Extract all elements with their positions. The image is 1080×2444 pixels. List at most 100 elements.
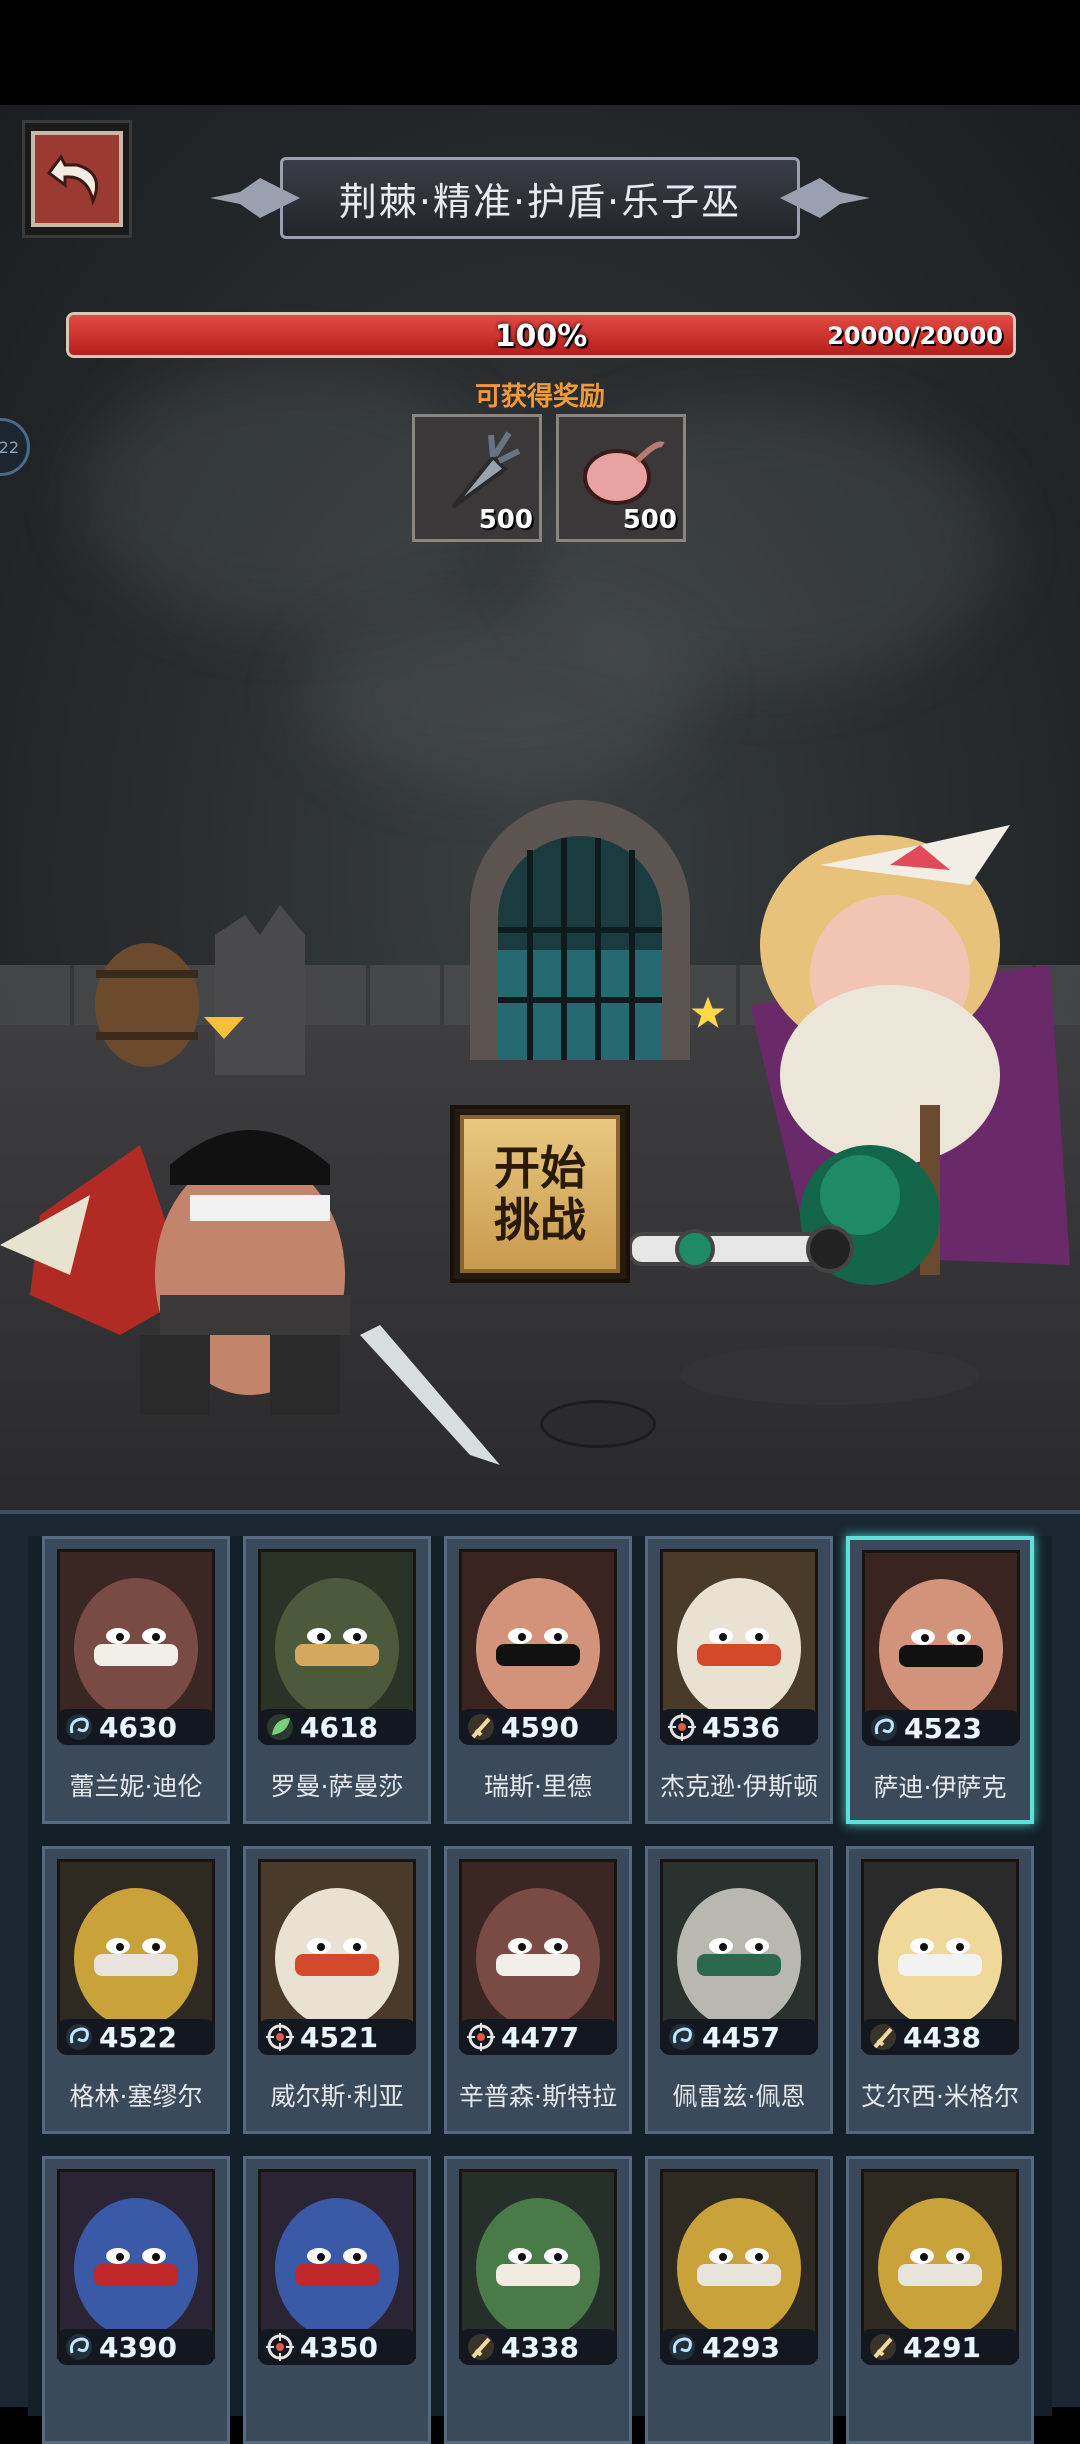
hero-power-row: 4522 [57,2019,215,2055]
hero-power: 4522 [99,2021,177,2054]
sword-class-icon [467,2333,495,2361]
sword-class-icon [467,1713,495,1741]
hero-power: 4618 [300,1711,378,1744]
hero-card[interactable]: 4523 萨迪·伊萨克 [846,1536,1034,1824]
hero-power: 4291 [903,2331,981,2364]
start-challenge-label: 开始挑战 [494,1141,586,1247]
stage-title-banner: 荆棘·精准·护盾·乐子巫 [210,148,870,248]
sword-class-icon [869,2333,897,2361]
hero-card[interactable]: 4521 威尔斯·利亚 [243,1846,431,2134]
hero-name: 威尔斯·利亚 [270,2082,404,2111]
wind-class-icon [668,2333,696,2361]
hero-name: 格林·塞缪尔 [69,2082,203,2111]
hero-card[interactable]: 4390 [42,2156,230,2444]
hero-name: 蕾兰妮·迪伦 [69,1772,203,1801]
hero-power-row: 4457 [660,2019,818,2055]
hero-card[interactable]: 4477 辛普森·斯特拉 [444,1846,632,2134]
wind-class-icon [668,2023,696,2051]
hero-power: 4523 [904,1712,982,1745]
player-hero-swordsman [0,1130,500,1465]
hero-power-row: 4350 [258,2329,416,2365]
back-button[interactable] [22,120,132,238]
hero-power: 4457 [702,2021,780,2054]
hero-roster-panel: 4630 蕾兰妮·迪伦 4618 罗曼·萨曼莎 4590 瑞斯·里德 4536 杰克逊·伊斯顿… [0,1510,1080,2444]
target-class-icon [467,2023,495,2051]
target-class-icon [266,2333,294,2361]
banner-ornament-right [780,178,870,218]
side-tab-label: 22 [0,437,19,457]
hero-card[interactable]: 4291 [846,2156,1034,2444]
reward-item[interactable]: 500 [556,414,686,542]
mech-arm [628,1225,854,1273]
hero-power-row: 4477 [459,2019,617,2055]
sword-class-icon [869,2023,897,2051]
leaf-class-icon [266,1713,294,1741]
hero-power-row: 4630 [57,1709,215,1745]
hero-roster-grid: 4630 蕾兰妮·迪伦 4618 罗曼·萨曼莎 4590 瑞斯·里德 4536 杰克逊·伊斯顿… [28,1536,1052,2444]
floor-puddle [540,1400,656,1448]
reward-item[interactable]: 500 [412,414,542,542]
hero-power-row: 4390 [57,2329,215,2365]
banner-ornament-left [210,178,300,218]
hero-card[interactable]: 4438 艾尔西·米格尔 [846,1846,1034,2134]
onion-bulb-icon [583,441,665,505]
hero-power: 4390 [99,2331,177,2364]
hero-card[interactable]: 4630 蕾兰妮·迪伦 [42,1536,230,1824]
hero-power: 4477 [501,2021,579,2054]
wind-class-icon [65,1713,93,1741]
magic-star-icon [691,996,725,1028]
hero-power-row: 4536 [660,1709,818,1745]
rewards-label: 可获得奖励 [474,382,605,412]
hero-power: 4338 [501,2331,579,2364]
hero-power-row: 4590 [459,1709,617,1745]
back-arrow-icon [47,154,98,206]
start-challenge-button[interactable]: 开始挑战 [450,1105,630,1283]
dungeon-gate [470,800,690,1060]
hero-card[interactable]: 4536 杰克逊·伊斯顿 [645,1536,833,1824]
back-button-face [31,131,123,227]
hero-power-row: 4291 [861,2329,1019,2365]
hero-power: 4590 [501,1711,579,1744]
reward-count: 500 [622,505,677,535]
hero-power: 4521 [300,2021,378,2054]
hero-card[interactable]: 4590 瑞斯·里德 [444,1536,632,1824]
hero-power-row: 4618 [258,1709,416,1745]
stage-title: 荆棘·精准·护盾·乐子巫 [280,157,800,239]
hero-power-row: 4523 [862,1710,1020,1746]
hero-card[interactable]: 4618 罗曼·萨曼莎 [243,1536,431,1824]
hero-power: 4350 [300,2331,378,2364]
hero-name: 杰克逊·伊斯顿 [660,1772,818,1801]
hero-name: 佩雷兹·佩恩 [672,2082,806,2111]
target-class-icon [668,1713,696,1741]
fog-cloud [300,605,700,785]
hero-card[interactable]: 4293 [645,2156,833,2444]
target-class-icon [266,2023,294,2051]
hero-power-row: 4338 [459,2329,617,2365]
status-bar [0,0,1080,105]
hero-name: 萨迪·伊萨克 [873,1773,1007,1802]
carrot-icon [451,431,521,509]
active-hero-marker-icon [204,1017,244,1039]
hero-card[interactable]: 4350 [243,2156,431,2444]
hero-card[interactable]: 4338 [444,2156,632,2444]
reward-count: 500 [478,505,533,535]
wind-class-icon [65,2333,93,2361]
boss-hp-bar: 100% 20000/20000 [66,312,1016,358]
hero-name: 辛普森·斯特拉 [459,2082,617,2111]
boss-hp-value: 20000/20000 [827,322,1003,350]
hero-power: 4536 [702,1711,780,1744]
start-challenge-face: 开始挑战 [460,1115,620,1273]
wind-class-icon [65,2023,93,2051]
hero-name: 艾尔西·米格尔 [861,2082,1019,2111]
floor-puddle [680,1345,980,1405]
hero-power: 4630 [99,1711,177,1744]
hero-name: 罗曼·萨曼莎 [270,1772,404,1801]
hero-power-row: 4293 [660,2329,818,2365]
hero-power: 4438 [903,2021,981,2054]
hero-power-row: 4521 [258,2019,416,2055]
hero-power: 4293 [702,2331,780,2364]
hero-name: 瑞斯·里德 [484,1772,592,1801]
hero-card[interactable]: 4522 格林·塞缪尔 [42,1846,230,2134]
wind-class-icon [870,1714,898,1742]
hero-card[interactable]: 4457 佩雷兹·佩恩 [645,1846,833,2134]
